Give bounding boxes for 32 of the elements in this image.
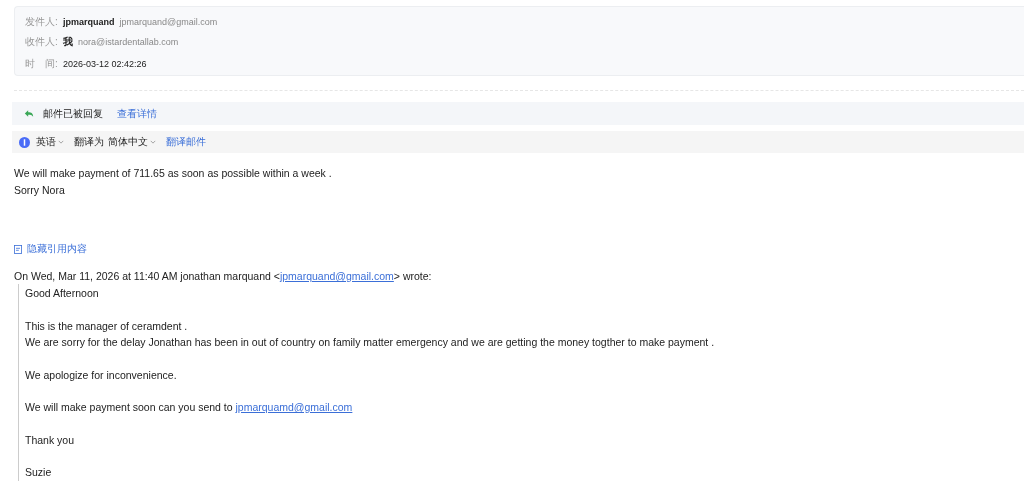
quote-text: Good Afternoon: [25, 286, 100, 301]
quote-header: On Wed, Mar 11, 2026 at 11:40 AM jonathan marquand <jpmarquand@gmail.com> wrote:: [14, 269, 433, 284]
document-icon: [14, 244, 22, 254]
caret-icon: [58, 140, 64, 144]
quote-text: We are sorry for the delay Jonathan has been in out of country on family matter emergency and we are getting the money togther to make payment .: [25, 335, 716, 350]
reply-icon: [24, 109, 34, 118]
body-text: Sorry Nora: [14, 182, 66, 198]
language-dropdown[interactable]: 英语: [36, 135, 64, 149]
field-label: 收件人:: [25, 35, 59, 49]
translate-link[interactable]: 翻译邮件: [166, 135, 206, 149]
field-label: 发件人:: [25, 15, 59, 29]
language-dropdown[interactable]: 简体中文: [108, 135, 156, 149]
quote-text: Suzie: [25, 465, 53, 480]
quote-text: Thank you: [25, 432, 76, 448]
quote-text: We will make payment soon can you send to jpmarquamd@gmail.com: [25, 400, 354, 415]
body-text: We will make payment of 711.65 as soon as possible within a week .: [14, 166, 333, 181]
translate-label: 翻译为: [74, 135, 104, 149]
caret-icon: [150, 140, 156, 144]
email-address: nora@istardentallab.com: [78, 37, 179, 47]
reply-notice-text: 邮件已被回复: [43, 106, 103, 121]
hide-quote-link[interactable]: 隐藏引用内容: [27, 242, 87, 256]
field-value: 我: [63, 35, 73, 49]
email-link[interactable]: jpmarquamd@gmail.com: [235, 401, 353, 413]
field-value: jpmarquand: [63, 17, 115, 27]
email-link[interactable]: jpmarquand@gmail.com: [279, 270, 394, 282]
quote-text: This is the manager of ceramdent .: [25, 318, 189, 334]
field-value: 2026-03-12 02:42:26: [63, 59, 147, 69]
details-link[interactable]: 查看详情: [117, 106, 157, 121]
field-label: 时 间:: [25, 57, 59, 71]
quote-text: We apologize for inconvenience.: [25, 367, 178, 383]
email-address: jpmarquand@gmail.com: [119, 17, 218, 27]
info-icon: [19, 136, 30, 148]
